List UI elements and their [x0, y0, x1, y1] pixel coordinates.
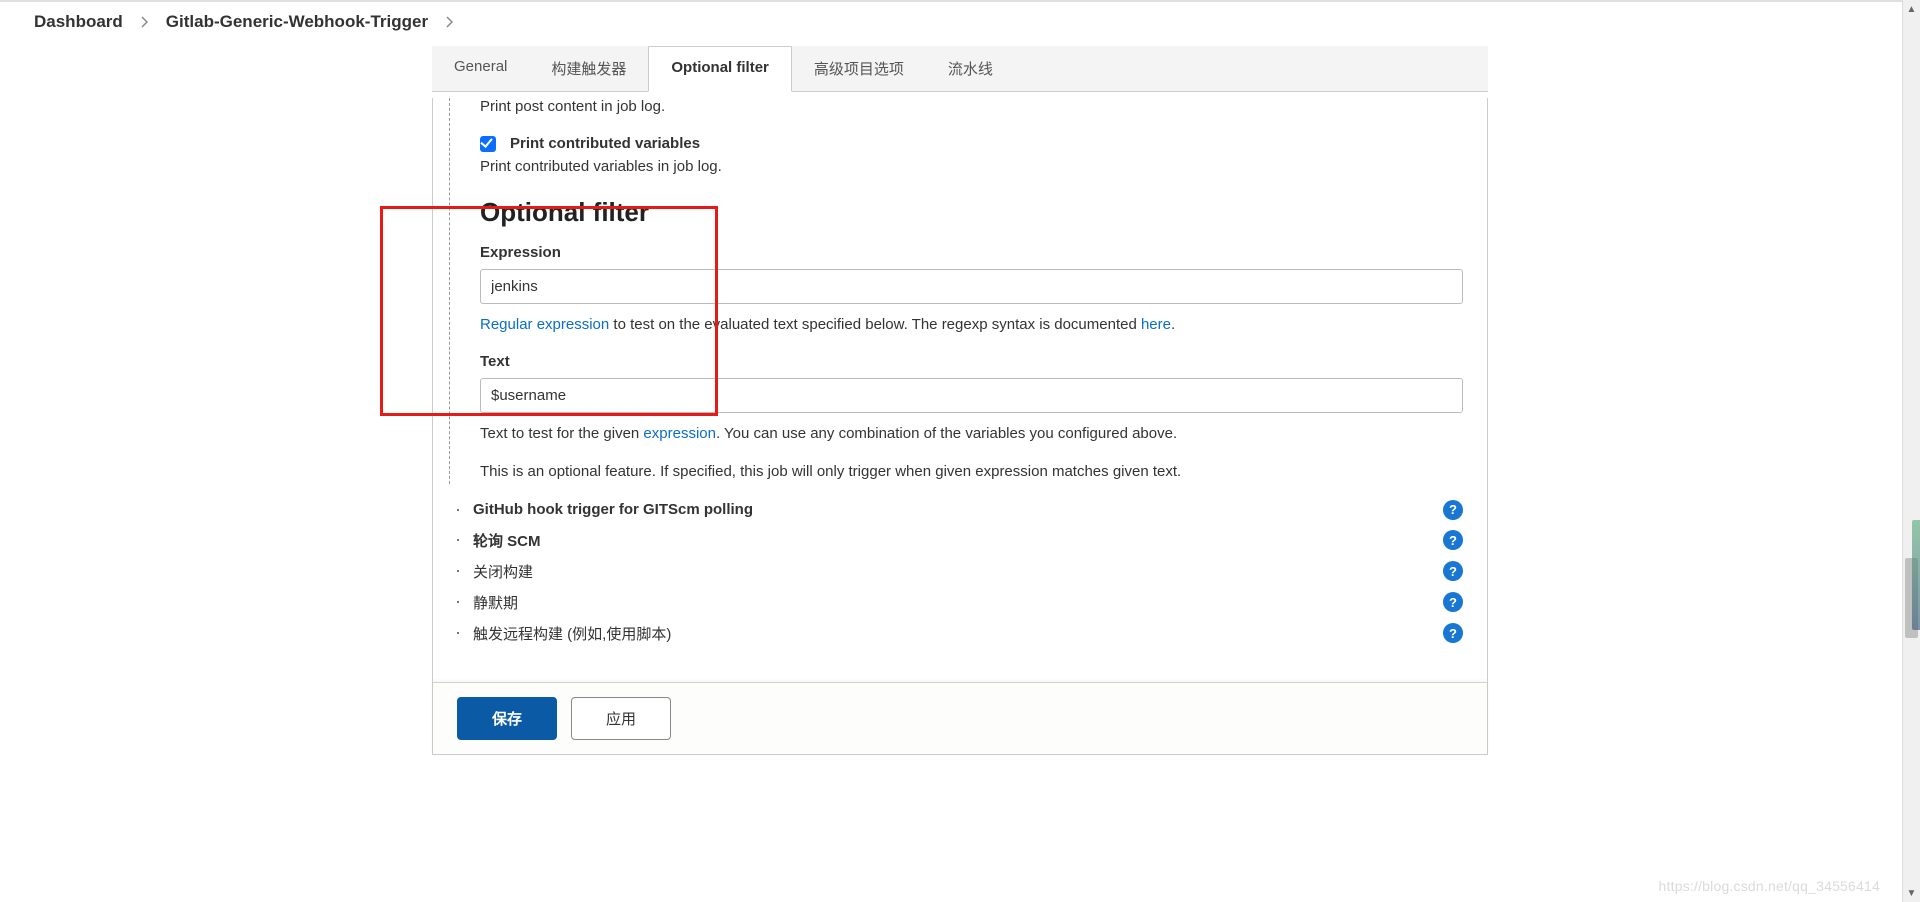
- expression-link[interactable]: expression: [643, 425, 716, 442]
- print-contributed-variables-label: Print contributed variables: [510, 135, 700, 152]
- text-hint: Text to test for the given expression. Y…: [480, 423, 1463, 446]
- help-icon[interactable]: ?: [1443, 530, 1463, 550]
- scroll-down-arrow-icon[interactable]: ▼: [1903, 884, 1920, 902]
- checkbox-disable-build[interactable]: [457, 570, 459, 572]
- github-hook-trigger-label: GitHub hook trigger for GITScm polling: [473, 501, 753, 518]
- chevron-right-icon: [446, 16, 453, 28]
- breadcrumb: Dashboard Gitlab-Generic-Webhook-Trigger: [0, 2, 1920, 46]
- checkbox-trigger-remote-build[interactable]: [457, 632, 459, 634]
- help-icon[interactable]: ?: [1443, 592, 1463, 612]
- scrollbar-track[interactable]: [1903, 18, 1920, 884]
- print-contributed-variables-desc: Print contributed variables in job log.: [480, 158, 1463, 175]
- text-input[interactable]: [480, 378, 1463, 413]
- checkbox-github-hook-trigger[interactable]: [457, 509, 459, 511]
- checkbox-quiet-period[interactable]: [457, 601, 459, 603]
- scroll-up-arrow-icon[interactable]: ▲: [1903, 0, 1920, 18]
- regular-expression-link[interactable]: Regular expression: [480, 316, 609, 333]
- quiet-period-label: 静默期: [473, 592, 518, 613]
- breadcrumb-job[interactable]: Gitlab-Generic-Webhook-Trigger: [166, 12, 428, 32]
- expression-input[interactable]: [480, 269, 1463, 304]
- expression-hint: Regular expression to test on the evalua…: [480, 314, 1463, 337]
- text-label: Text: [480, 353, 1463, 370]
- save-button[interactable]: 保存: [457, 697, 557, 740]
- chevron-right-icon: [141, 16, 148, 28]
- disable-build-label: 关闭构建: [473, 561, 533, 582]
- help-icon[interactable]: ?: [1443, 561, 1463, 581]
- tab-advanced-project-options[interactable]: 高级项目选项: [792, 46, 926, 91]
- poll-scm-label: 轮询 SCM: [473, 530, 541, 551]
- tab-build-triggers[interactable]: 构建触发器: [529, 46, 648, 91]
- regexp-doc-here-link[interactable]: here: [1141, 316, 1171, 333]
- tab-optional-filter[interactable]: Optional filter: [648, 46, 792, 92]
- tab-pipeline[interactable]: 流水线: [926, 46, 1015, 91]
- watermark-text: https://blog.csdn.net/qq_34556414: [1659, 878, 1880, 894]
- checkbox-print-contributed-variables[interactable]: [480, 136, 496, 152]
- apply-button[interactable]: 应用: [571, 697, 671, 740]
- save-apply-bar: 保存 应用: [433, 682, 1487, 754]
- print-post-content-desc: Print post content in job log.: [480, 98, 1463, 115]
- optional-filter-heading: Optional filter: [480, 197, 1463, 228]
- tab-general[interactable]: General: [432, 46, 529, 91]
- vertical-scrollbar[interactable]: ▲ ▼: [1902, 0, 1920, 902]
- trigger-remote-build-label: 触发远程构建 (例如,使用脚本): [473, 623, 671, 644]
- checkbox-poll-scm[interactable]: [457, 539, 459, 541]
- help-icon[interactable]: ?: [1443, 500, 1463, 520]
- expression-label: Expression: [480, 244, 1463, 261]
- breadcrumb-dashboard[interactable]: Dashboard: [34, 12, 123, 32]
- optional-filter-note: This is an optional feature. If specifie…: [480, 461, 1463, 484]
- config-tabs: General 构建触发器 Optional filter 高级项目选项 流水线: [432, 46, 1488, 92]
- help-icon[interactable]: ?: [1443, 623, 1463, 643]
- browser-side-widget[interactable]: [1912, 520, 1920, 630]
